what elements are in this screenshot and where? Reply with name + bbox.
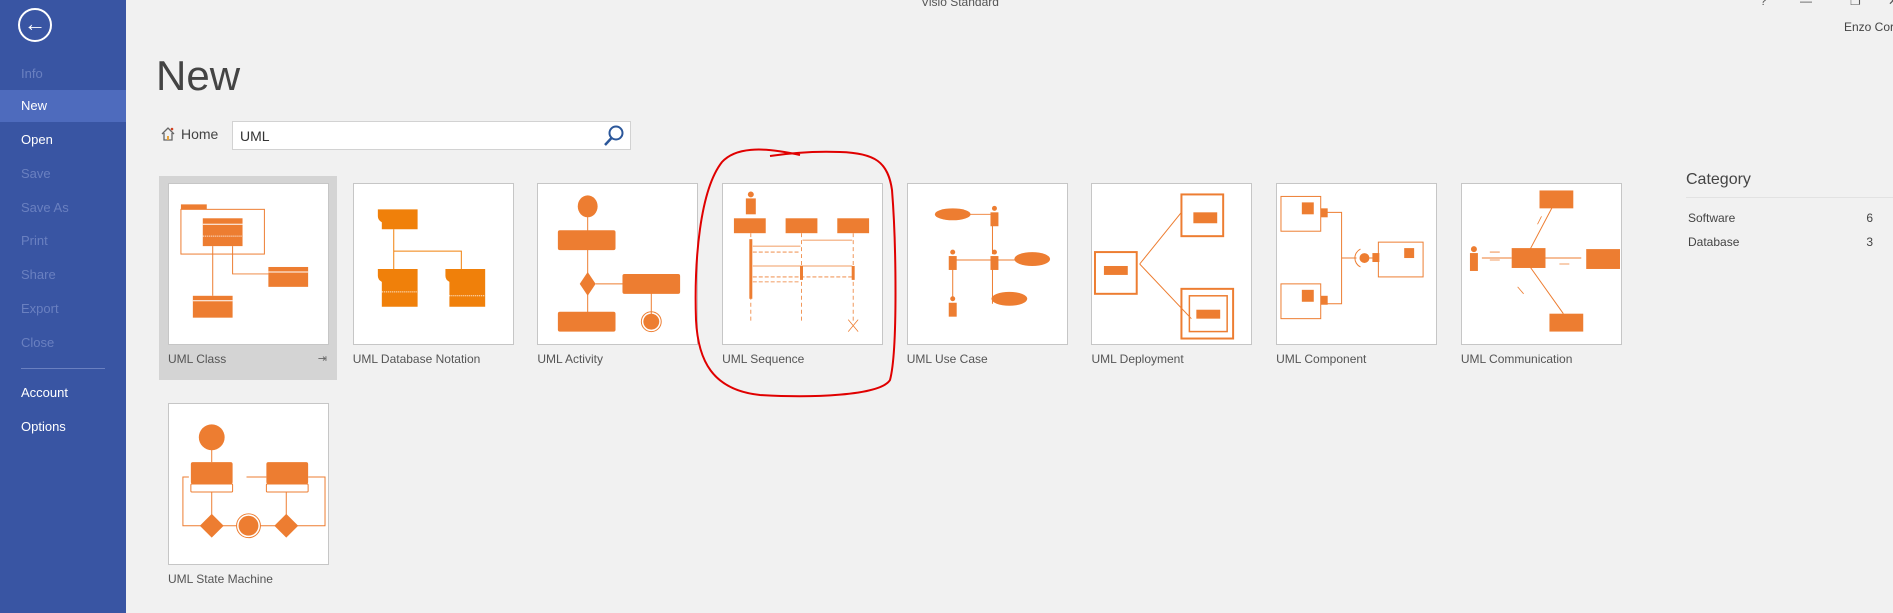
template-uml-component[interactable]: UML Component [1267, 176, 1445, 380]
uml-class-diagram-icon [180, 204, 309, 318]
template-label: UML Class [168, 352, 227, 366]
help-button[interactable]: ? [1760, 0, 1767, 8]
back-arrow-icon: ← [24, 11, 46, 36]
template-thumbnail [1460, 183, 1622, 345]
template-uml-use-case[interactable]: UML Use Case [898, 176, 1076, 380]
template-uml-activity[interactable]: UML Activity [528, 176, 706, 380]
search-button[interactable] [602, 124, 626, 153]
app-title: Visio Standard [921, 0, 999, 9]
template-thumbnail [906, 183, 1068, 345]
template-label: UML Sequence [722, 352, 805, 366]
template-uml-state-machine[interactable]: UML State Machine [159, 396, 337, 600]
sidebar-item-close[interactable]: Close [0, 327, 126, 359]
category-software[interactable]: Software 6 [1686, 206, 1893, 230]
template-gallery: UML Class ⇥ UML Database Notation UML Ac… [159, 176, 1630, 600]
close-button[interactable]: ✕ [1888, 0, 1893, 8]
uml-sequence-diagram-icon [733, 191, 870, 332]
category-database[interactable]: Database 3 [1686, 230, 1893, 254]
sidebar-item-open[interactable]: Open [0, 124, 126, 156]
pin-icon[interactable]: ⇥ [318, 352, 327, 365]
sidebar-item-info[interactable]: Info [0, 58, 126, 90]
template-thumbnail [352, 183, 514, 345]
template-thumbnail [1276, 183, 1438, 345]
home-link[interactable]: Home [160, 126, 218, 142]
back-button[interactable]: ← [18, 8, 52, 42]
template-thumbnail [168, 183, 329, 345]
restore-button[interactable]: ❐ [1850, 0, 1861, 8]
template-uml-database-notation[interactable]: UML Database Notation [344, 176, 522, 380]
template-label: UML Use Case [906, 352, 988, 366]
uml-communication-diagram-icon [1469, 190, 1620, 332]
uml-state-machine-diagram-icon [182, 424, 326, 539]
home-label: Home [181, 126, 219, 142]
template-label: UML Database Notation [352, 352, 481, 366]
template-thumbnail [1091, 183, 1253, 345]
template-uml-class[interactable]: UML Class ⇥ [159, 176, 337, 380]
minimize-button[interactable]: — [1800, 0, 1812, 8]
template-label: UML Component [1276, 352, 1367, 366]
category-panel: Category Software 6 Database 3 [1686, 171, 1893, 254]
template-label: UML Activity [537, 352, 603, 366]
sidebar-item-save-as[interactable]: Save As [0, 192, 126, 224]
template-thumbnail [168, 403, 329, 565]
search-input[interactable] [233, 122, 593, 149]
sidebar-item-save[interactable]: Save [0, 158, 126, 190]
category-count: 3 [1866, 235, 1873, 249]
uml-database-diagram-icon [377, 209, 485, 307]
category-label: Software [1688, 211, 1736, 225]
category-count: 6 [1866, 211, 1873, 225]
sidebar-item-new[interactable]: New [0, 90, 126, 122]
sidebar-item-export[interactable]: Export [0, 293, 126, 325]
template-label: UML State Machine [168, 572, 273, 586]
search-box [232, 121, 631, 150]
page-title: New [156, 52, 241, 99]
uml-use-case-diagram-icon [934, 205, 1050, 317]
sidebar-item-account[interactable]: Account [0, 377, 126, 409]
uml-deployment-diagram-icon [1094, 193, 1235, 340]
template-label: UML Communication [1460, 352, 1573, 366]
uml-activity-diagram-icon [558, 195, 681, 333]
user-account[interactable]: Enzo Cor [1844, 20, 1893, 34]
sidebar-item-print[interactable]: Print [0, 225, 126, 257]
sidebar: ← Info New Open Save Save As Print Share… [0, 0, 126, 613]
home-icon [161, 127, 175, 141]
sidebar-item-options[interactable]: Options [0, 411, 126, 443]
template-thumbnail [537, 183, 699, 345]
uml-component-diagram-icon [1280, 195, 1424, 320]
category-title: Category [1686, 171, 1893, 198]
sidebar-divider [21, 368, 105, 369]
template-uml-communication[interactable]: UML Communication [1452, 176, 1630, 380]
template-thumbnail [722, 183, 884, 345]
sidebar-item-share[interactable]: Share [0, 259, 126, 291]
template-uml-sequence[interactable]: UML Sequence [713, 176, 891, 380]
template-label: UML Deployment [1091, 352, 1184, 366]
search-icon [604, 125, 624, 146]
category-label: Database [1688, 235, 1740, 249]
template-uml-deployment[interactable]: UML Deployment [1082, 176, 1260, 380]
